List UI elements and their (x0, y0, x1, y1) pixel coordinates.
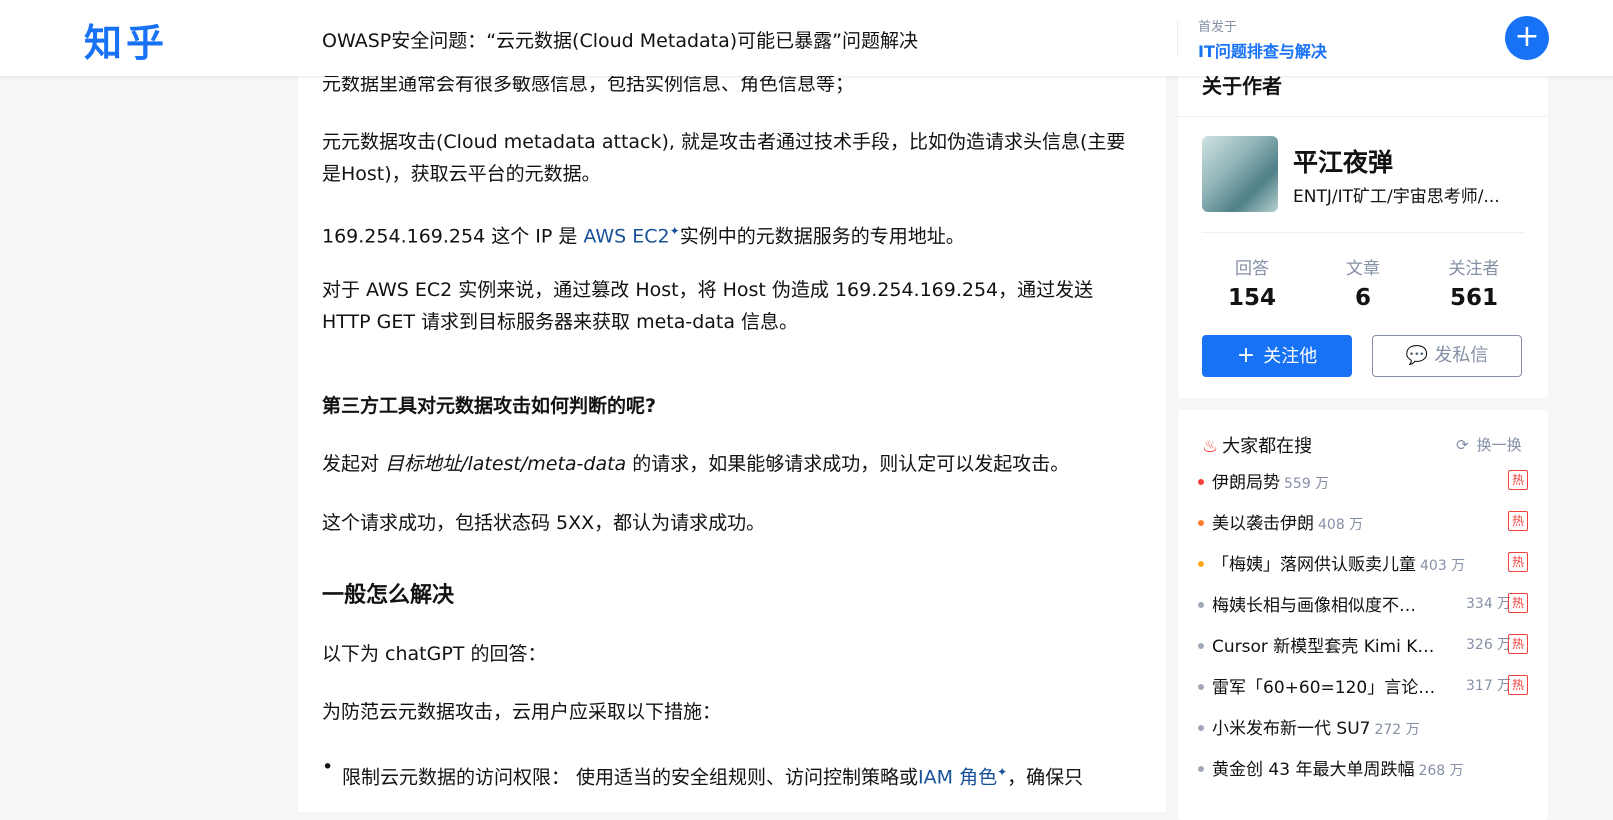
hot-item-count: 317 万 (1466, 678, 1512, 694)
list-item: 限制云元数据的访问权限： 使用适当的安全组规则、访问控制策略或IAM 角色✦，确… (342, 756, 1142, 793)
hot-item[interactable]: 小米发布新一代 SU7 272 万 (1198, 714, 1528, 742)
hot-item[interactable]: Cursor 新模型套壳 Kimi K… 326 万 热 (1198, 632, 1528, 660)
hot-item-label: 梅姨长相与画像相似度不… (1212, 596, 1416, 616)
rank-dot (1198, 479, 1204, 485)
divider (1202, 232, 1524, 233)
aws-ec2-link[interactable]: AWS EC2 (583, 225, 669, 247)
text: 发起对 (322, 453, 386, 475)
refresh-icon: ⟳ (1456, 436, 1469, 454)
write-button[interactable]: + (1505, 16, 1549, 60)
hot-item[interactable]: 伊朗局势 559 万 热 (1198, 468, 1528, 496)
hot-badge: 热 (1508, 552, 1528, 572)
chat-bubble-icon: 💬 (1405, 345, 1429, 366)
hot-item-label: 黄金创 43 年最大单周跌幅 268 万 (1212, 760, 1464, 780)
iam-role-link[interactable]: IAM 角色 (918, 766, 997, 788)
hot-item-label: 「梅姨」落网供认贩卖儿童 403 万 (1212, 555, 1466, 575)
hot-search-heading: ♨ 大家都在搜 (1202, 432, 1312, 458)
bullet-icon: • (322, 756, 334, 778)
divider (1178, 116, 1548, 117)
paragraph: 这个请求成功，包括状态码 5XX，都认为请求成功。 (322, 512, 766, 534)
published-in-label: 首发于 (1198, 20, 1238, 35)
hot-badge: 热 (1508, 470, 1528, 490)
stat-value: 6 (1354, 285, 1371, 311)
hot-search-card: ♨ 大家都在搜 ⟳ 换一换 伊朗局势 559 万 热 美以袭击伊朗 408 万 热 「梅… (1178, 410, 1548, 820)
hot-badge: 热 (1508, 675, 1528, 695)
hot-search-title: 大家都在搜 (1222, 436, 1313, 457)
text: 实例中的元数据服务的专用地址。 (679, 225, 965, 248)
follow-label: 关注他 (1263, 346, 1318, 367)
plus-icon: + (1236, 343, 1256, 368)
link-star-icon: ✦ (669, 224, 680, 238)
stat-label: 关注者 (1448, 259, 1500, 279)
hot-item-label: 小米发布新一代 SU7 272 万 (1212, 719, 1420, 739)
refresh-button[interactable]: ⟳ 换一换 (1456, 434, 1522, 455)
author-name[interactable]: 平江夜弹 (1293, 143, 1393, 179)
rank-dot (1198, 684, 1204, 690)
message-label: 发私信 (1434, 345, 1489, 366)
column-link[interactable]: IT问题排查与解决 (1198, 38, 1327, 62)
rank-dot (1198, 561, 1204, 567)
link-star-icon: ✦ (997, 765, 1008, 779)
paragraph: 以下为 chatGPT 的回答： (322, 643, 547, 665)
hot-item[interactable]: 黄金创 43 年最大单周跌幅 268 万 (1198, 755, 1528, 783)
hot-item-label: Cursor 新模型套壳 Kimi K… (1212, 637, 1435, 657)
paragraph: 元元数据攻击(Cloud metadata attack), 就是攻击者通过技术… (322, 131, 1126, 185)
follow-button[interactable]: + 关注他 (1202, 335, 1352, 377)
article-body: 元数据里通常会有很多敏感信息，包括实例信息、角色信息等； 元元数据攻击(Clou… (298, 0, 1166, 812)
hot-item-count: 334 万 (1466, 596, 1512, 612)
hot-badge: 热 (1508, 593, 1528, 613)
avatar[interactable] (1202, 136, 1278, 212)
hot-item[interactable]: 「梅姨」落网供认贩卖儿童 403 万 热 (1198, 550, 1528, 578)
plus-icon: + (1514, 19, 1540, 54)
rank-dot (1198, 766, 1204, 772)
hot-badge: 热 (1508, 511, 1528, 531)
paragraph: 为防范云元数据攻击，云用户应采取以下措施： (322, 701, 722, 723)
paragraph: 发起对 目标地址/latest/meta-data 的请求，如果能够请求成功，则… (322, 448, 1130, 480)
hot-item[interactable]: 美以袭击伊朗 408 万 热 (1198, 509, 1528, 537)
text: 的请求，如果能够请求成功，则认定可以发起攻击。 (626, 453, 1070, 475)
fire-icon: ♨ (1202, 436, 1219, 457)
text: 限制云元数据的访问权限： 使用适当的安全组规则、访问控制策略或 (342, 766, 919, 789)
emphasis-text: 目标地址/latest/meta-data (385, 453, 627, 475)
section-heading: 一般怎么解决 (322, 583, 455, 608)
hot-item-count: 326 万 (1466, 637, 1512, 653)
author-bio: ENTJ/IT矿工/宇宙思考师/... (1293, 187, 1500, 207)
stat-articles[interactable]: 文章 6 (1313, 254, 1413, 311)
rank-dot (1198, 643, 1204, 649)
divider (1177, 20, 1178, 56)
text: ，确保只 (1007, 766, 1084, 789)
hot-item[interactable]: 梅姨长相与画像相似度不… 334 万 热 (1198, 591, 1528, 619)
hot-item-label: 雷军「60+60=120」言论… (1212, 678, 1436, 698)
hot-item[interactable]: 雷军「60+60=120」言论… 317 万 热 (1198, 673, 1528, 701)
stat-label: 回答 (1235, 259, 1269, 279)
hot-badge: 热 (1508, 634, 1528, 654)
rank-dot (1198, 602, 1204, 608)
article-title: OWASP安全问题：“云元数据(Cloud Metadata)可能已暴露”问题解… (322, 30, 919, 52)
stat-label: 文章 (1346, 259, 1380, 279)
section-heading: 第三方工具对元数据攻击如何判断的呢? (322, 395, 657, 417)
message-button[interactable]: 💬 发私信 (1372, 335, 1522, 377)
zhihu-logo[interactable]: 知乎 (84, 12, 168, 67)
top-navbar: 知乎 OWASP安全问题：“云元数据(Cloud Metadata)可能已暴露”… (0, 0, 1613, 76)
refresh-label: 换一换 (1476, 436, 1522, 454)
paragraph: 对于 AWS EC2 实例来说，通过篡改 Host，将 Host 伪造成 169… (322, 279, 1094, 333)
paragraph: 169.254.169.254 这个 IP 是 AWS EC2✦实例中的元数据服… (322, 215, 1130, 252)
stat-value: 561 (1449, 285, 1498, 311)
rank-dot (1198, 725, 1204, 731)
hot-item-label: 美以袭击伊朗 408 万 (1212, 514, 1364, 534)
text: 169.254.169.254 这个 IP 是 (322, 225, 584, 248)
stat-answers[interactable]: 回答 154 (1202, 254, 1302, 311)
hot-item-label: 伊朗局势 559 万 (1212, 473, 1330, 493)
stat-value: 154 (1227, 285, 1276, 311)
rank-dot (1198, 520, 1204, 526)
stat-followers[interactable]: 关注者 561 (1424, 254, 1524, 311)
